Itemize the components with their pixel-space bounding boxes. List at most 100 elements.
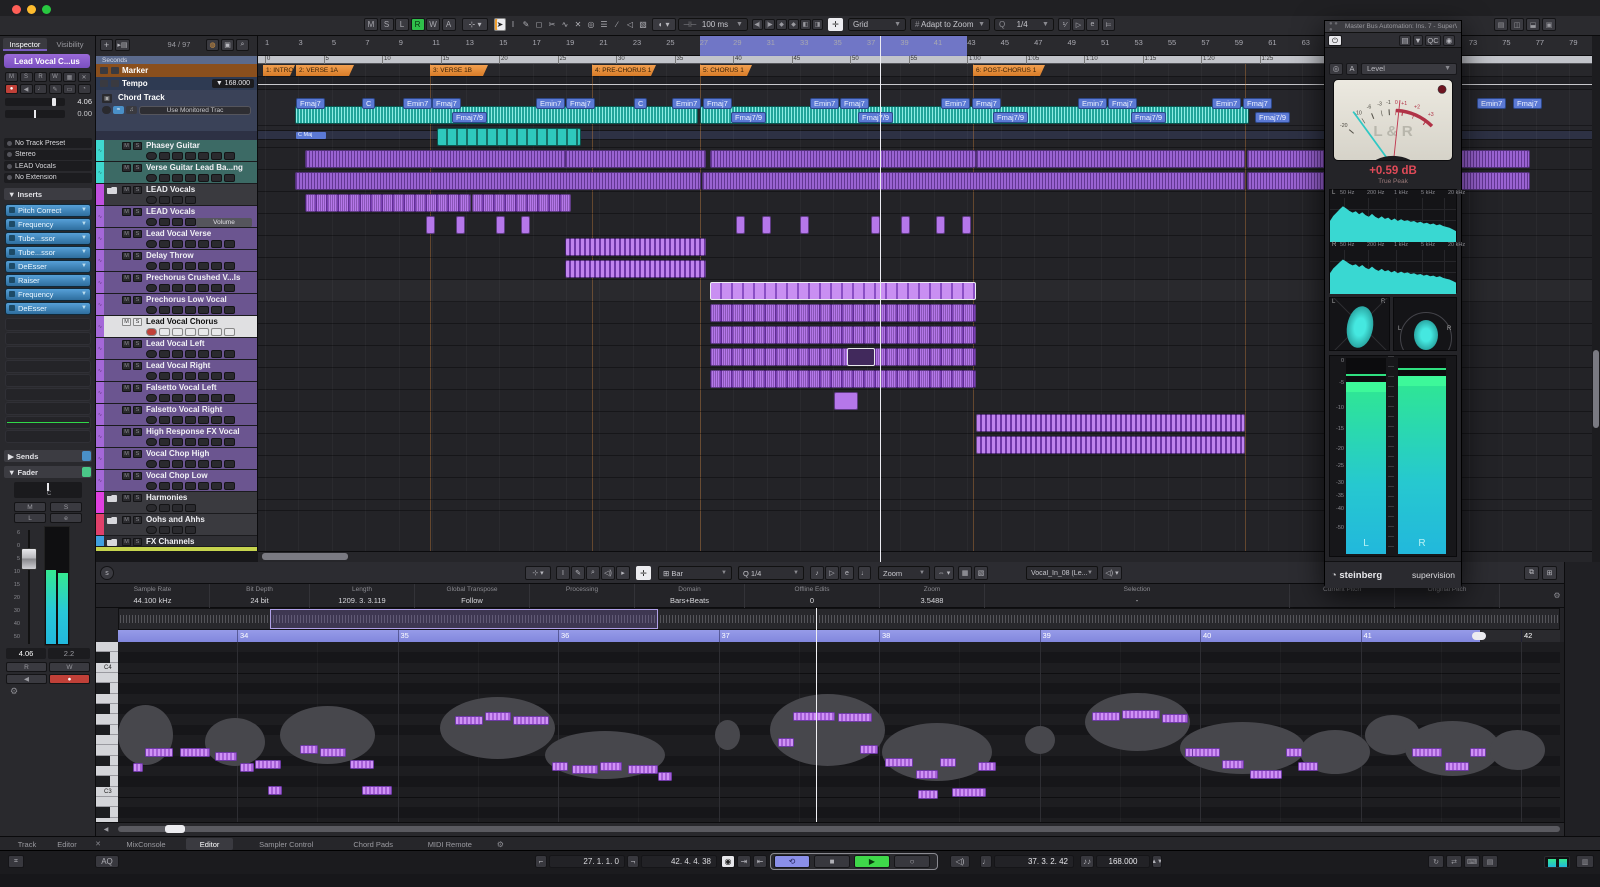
- track-row[interactable]: ∿MSPrechorus Crushed V...ls: [96, 272, 258, 294]
- insert-bypass-icon[interactable]: [9, 305, 15, 311]
- marker-cycle-icon[interactable]: [100, 67, 108, 74]
- editor-grid-select[interactable]: ⊞ Bar▼: [658, 566, 732, 580]
- variaudio-segment[interactable]: [1412, 748, 1442, 757]
- track-control-button[interactable]: [185, 504, 196, 512]
- variaudio-segment[interactable]: [1162, 714, 1188, 723]
- editor-hscroll-handle[interactable]: [165, 825, 185, 833]
- track-row[interactable]: ∿MSHigh Response FX Vocal: [96, 426, 258, 448]
- arrange-event[interactable]: [976, 414, 1245, 432]
- track-control-button[interactable]: [172, 284, 183, 292]
- variaudio-segment[interactable]: [455, 716, 483, 725]
- track-row[interactable]: ∿MSVocal Chop Low: [96, 470, 258, 492]
- variaudio-segment[interactable]: [1092, 712, 1120, 721]
- track-control-button[interactable]: [172, 196, 183, 204]
- variaudio-segment[interactable]: [600, 762, 622, 771]
- track-control-button[interactable]: [146, 394, 157, 402]
- track-control-button[interactable]: [146, 240, 157, 248]
- track-mute-button[interactable]: M: [122, 428, 131, 436]
- track-mute-button[interactable]: M: [122, 472, 131, 480]
- variaudio-segment[interactable]: [215, 752, 237, 761]
- onscreen-keyboard-icon[interactable]: ⌗: [8, 855, 24, 868]
- chord-event[interactable]: Fmaj7/9: [1131, 112, 1166, 123]
- track-control-button[interactable]: [146, 504, 157, 512]
- tab-visibility[interactable]: Visibility: [48, 38, 92, 51]
- transport-aq-button[interactable]: AQ: [95, 855, 119, 868]
- variaudio-segment[interactable]: [145, 748, 173, 757]
- track-control-button[interactable]: [185, 394, 196, 402]
- piano-black-key[interactable]: [96, 704, 110, 714]
- variaudio-segment[interactable]: [485, 712, 511, 721]
- arrange-event[interactable]: [834, 392, 858, 410]
- variaudio-segment[interactable]: [1286, 748, 1302, 757]
- variaudio-segment[interactable]: [916, 770, 938, 779]
- record-button[interactable]: ○: [894, 855, 930, 868]
- chord-event[interactable]: Emin7: [536, 98, 565, 109]
- tool-range-selection-button[interactable]: I: [507, 18, 519, 31]
- snap-type-select[interactable]: Grid▼: [848, 18, 906, 31]
- arrange-event[interactable]: [702, 172, 1245, 190]
- arrange-event[interactable]: [800, 216, 809, 234]
- track-solo-button[interactable]: S: [133, 340, 142, 348]
- module-select[interactable]: Level▼: [1361, 63, 1457, 75]
- tempo-value-chip[interactable]: ▼ 168.000: [212, 79, 254, 88]
- track-control-button[interactable]: [198, 284, 209, 292]
- inspector-edit-button[interactable]: e: [50, 513, 82, 523]
- chord-event[interactable]: Emin7: [672, 98, 701, 109]
- variaudio-segment[interactable]: [860, 745, 878, 754]
- track-control-button[interactable]: [224, 482, 235, 490]
- track-control-button[interactable]: [172, 416, 183, 424]
- track-zone-icon[interactable]: ▣: [221, 39, 234, 51]
- chord-event[interactable]: Emin7: [1078, 98, 1107, 109]
- track-control-button[interactable]: [172, 526, 183, 534]
- marker-flag[interactable]: 4: PRE-CHORUS 1: [592, 65, 656, 76]
- track-row[interactable]: MSFX Channels: [96, 536, 258, 547]
- piano-white-key[interactable]: [96, 745, 118, 755]
- tempo-value[interactable]: 168.000: [1096, 855, 1150, 868]
- tempo-activate-icon[interactable]: [100, 80, 108, 87]
- piano-black-key[interactable]: [96, 756, 110, 766]
- tempo-track-header[interactable]: Tempo▼ 168.000: [96, 77, 258, 90]
- track-control-button[interactable]: [146, 306, 157, 314]
- track-solo-button[interactable]: S: [133, 274, 142, 282]
- editor-ruler-cycle[interactable]: [118, 630, 1480, 642]
- track-control-button[interactable]: [185, 526, 196, 534]
- arrange-event[interactable]: [710, 304, 976, 322]
- track-control-button[interactable]: [159, 218, 170, 226]
- editor-playhead[interactable]: [816, 608, 817, 822]
- variaudio-segment[interactable]: [300, 745, 318, 754]
- arrange-event[interactable]: [847, 348, 875, 366]
- track-control-button[interactable]: [159, 152, 170, 160]
- chord-mute-icon[interactable]: ▣: [102, 94, 112, 103]
- editor-open-window-button[interactable]: ⧉: [1524, 566, 1539, 580]
- track-row[interactable]: ∿MSFalsetto Vocal Left: [96, 382, 258, 404]
- marker-flag-button[interactable]: ⊨: [1102, 18, 1115, 31]
- track-control-button[interactable]: [224, 394, 235, 402]
- track-row[interactable]: ∿MSLEAD VocalsVolume: [96, 206, 258, 228]
- track-control-button[interactable]: [185, 328, 196, 336]
- track-control-button[interactable]: [224, 416, 235, 424]
- insert-bypass-icon[interactable]: [9, 249, 15, 255]
- insert-slot-empty[interactable]: [5, 416, 91, 429]
- insert-bypass-icon[interactable]: [9, 263, 15, 269]
- track-control-button[interactable]: [198, 350, 209, 358]
- chord-event[interactable]: Fmaj7: [296, 98, 325, 109]
- insert-slot-3[interactable]: Tube...ssor▼: [5, 232, 91, 245]
- arrange-event[interactable]: [710, 282, 976, 300]
- piano-white-key[interactable]: [96, 735, 118, 745]
- track-control-button[interactable]: [159, 350, 170, 358]
- arrange-event[interactable]: [565, 260, 706, 278]
- marker-flag[interactable]: 6: POST-CHORUS 1: [973, 65, 1045, 76]
- variaudio-segment[interactable]: [572, 765, 598, 774]
- track-control-button[interactable]: [159, 394, 170, 402]
- editor-tool-insert-cursor[interactable]: I: [556, 566, 570, 580]
- info-settings-icon[interactable]: ⚙: [1550, 588, 1564, 602]
- track-control-button[interactable]: [146, 460, 157, 468]
- piano-white-key[interactable]: [96, 766, 118, 776]
- insert-slot-6[interactable]: Raiser▼: [5, 274, 91, 287]
- inserts-section-header[interactable]: ▼ Inserts: [4, 188, 92, 200]
- track-control-button[interactable]: [198, 152, 209, 160]
- track-control-button[interactable]: [146, 438, 157, 446]
- info-cell-offline-edits[interactable]: Offline Edits0: [745, 584, 880, 608]
- piano-white-key[interactable]: [96, 673, 118, 683]
- tab-inspector[interactable]: Inspector: [3, 38, 47, 51]
